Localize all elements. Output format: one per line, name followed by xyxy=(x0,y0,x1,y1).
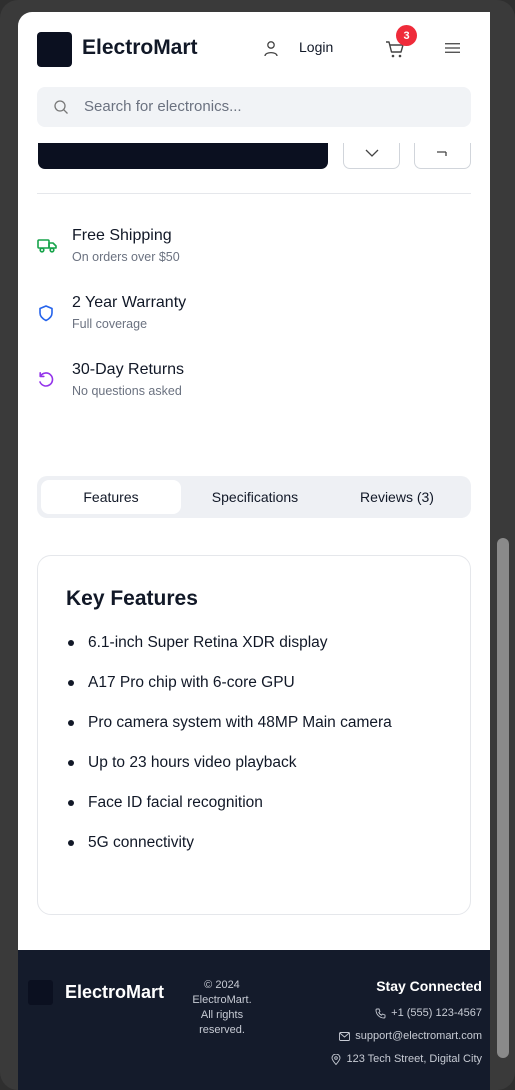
perk-title: 30-Day Returns xyxy=(72,361,185,378)
share-button[interactable] xyxy=(414,143,471,169)
perk-subtitle: On orders over $50 xyxy=(72,250,180,264)
perk-free-shipping: Free Shipping On orders over $50 xyxy=(37,227,457,271)
perk-subtitle: Full coverage xyxy=(72,317,148,331)
perk-returns: 30-Day Returns No questions asked xyxy=(37,361,457,405)
search-input[interactable]: Search for electronics... xyxy=(84,98,242,115)
list-item: A17 Pro chip with 6-core GPU xyxy=(66,670,456,696)
contact-address-text: 123 Tech Street, Digital City xyxy=(346,1053,482,1065)
add-to-cart-button[interactable] xyxy=(38,143,328,169)
tab-specifications[interactable]: Specifications xyxy=(185,480,325,514)
list-item: Face ID facial recognition xyxy=(66,790,456,816)
logo[interactable] xyxy=(37,32,72,67)
rotate-ccw-icon xyxy=(39,372,54,387)
site-footer: ElectroMart © 2024 ElectroMart. All righ… xyxy=(18,950,490,1090)
tab-reviews[interactable]: Reviews (3) xyxy=(327,480,467,514)
wishlist-button[interactable] xyxy=(343,143,400,169)
perk-warranty: 2 Year Warranty Full coverage xyxy=(37,294,457,338)
copyright-line: reserved. xyxy=(199,1024,245,1036)
contact-address: 123 Tech Street, Digital City xyxy=(331,1053,482,1065)
search-icon xyxy=(54,100,68,114)
list-item: 5G connectivity xyxy=(66,830,456,856)
contact-email[interactable]: support@electromart.com xyxy=(339,1030,482,1042)
feature-list: 6.1-inch Super Retina XDR display A17 Pr… xyxy=(66,630,456,870)
device-frame: ElectroMart Login 3 Search for electroni… xyxy=(0,0,515,1090)
heart-icon xyxy=(365,149,379,157)
page-viewport: ElectroMart Login 3 Search for electroni… xyxy=(18,12,490,1090)
contact-phone[interactable]: +1 (555) 123-4567 xyxy=(375,1007,482,1019)
key-features-card: Key Features 6.1-inch Super Retina XDR d… xyxy=(37,555,471,915)
perk-title: 2 Year Warranty xyxy=(72,294,187,311)
copyright-line: All rights xyxy=(200,1009,244,1021)
search-bar[interactable]: Search for electronics... xyxy=(37,87,471,127)
phone-icon xyxy=(375,1008,386,1018)
contact-email-text: support@electromart.com xyxy=(355,1030,482,1042)
contact-phone-text: +1 (555) 123-4567 xyxy=(391,1007,482,1019)
menu-icon[interactable] xyxy=(445,41,460,55)
user-icon[interactable] xyxy=(263,40,279,58)
stay-connected-heading: Stay Connected xyxy=(376,978,482,994)
list-item: 6.1-inch Super Retina XDR display xyxy=(66,630,456,656)
scrollbar-thumb[interactable] xyxy=(497,538,509,1058)
truck-icon xyxy=(37,239,57,253)
site-header: ElectroMart Login 3 xyxy=(18,12,490,82)
list-item: Pro camera system with 48MP Main camera xyxy=(66,710,456,736)
tab-features[interactable]: Features xyxy=(41,480,181,514)
list-item: Up to 23 hours video playback xyxy=(66,750,456,776)
cart-count-badge: 3 xyxy=(396,25,417,46)
copyright-line: ElectroMart. xyxy=(192,994,252,1006)
brand-name[interactable]: ElectroMart xyxy=(82,36,198,60)
footer-logo[interactable] xyxy=(28,980,53,1005)
footer-brand[interactable]: ElectroMart xyxy=(65,982,164,1003)
shield-icon xyxy=(39,305,53,322)
perk-subtitle: No questions asked xyxy=(72,384,182,398)
login-link[interactable]: Login xyxy=(299,39,333,55)
mail-icon xyxy=(339,1031,351,1041)
product-tabs: Features Specifications Reviews (3) xyxy=(37,476,471,518)
card-title: Key Features xyxy=(66,587,198,610)
copyright-line: © 2024 xyxy=(204,979,240,991)
copyright: © 2024 ElectroMart. All rights reserved. xyxy=(186,978,258,1038)
map-pin-icon xyxy=(332,1053,341,1065)
section-divider xyxy=(37,193,471,194)
share-icon xyxy=(437,151,447,156)
perk-title: Free Shipping xyxy=(72,227,172,244)
